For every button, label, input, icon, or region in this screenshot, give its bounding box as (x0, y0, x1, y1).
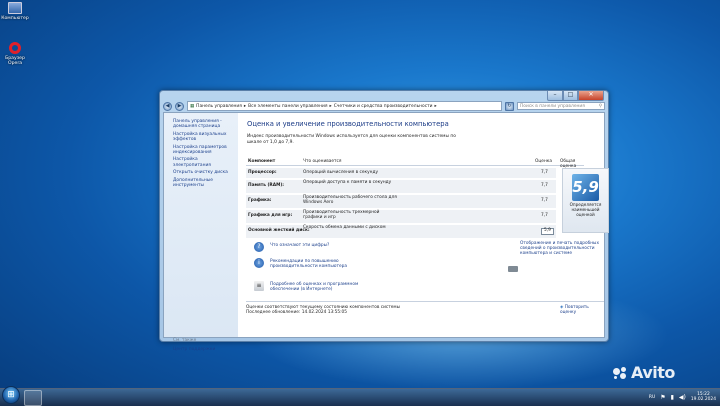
close-button[interactable]: ✕ (578, 91, 604, 101)
performance-window: – □ ✕ ◀ ▶ ▦ Панель управления ▸ Все элем… (159, 90, 609, 352)
minimize-button[interactable]: – (547, 91, 563, 101)
breadcrumb-separator-icon: ▸ (329, 103, 332, 109)
row-description: Скорость обмена данными с диском (303, 225, 386, 230)
link-tips-label: Рекомендации по повышению производительн… (270, 259, 347, 269)
see-also-label: См. также (173, 338, 197, 343)
sidebar-link-visual-effects[interactable]: Настройка визуальных эффектов (173, 132, 233, 143)
sidebar-link-power[interactable]: Настройка электропитания (173, 157, 233, 168)
back-button[interactable]: ◀ (163, 101, 172, 111)
desktop-icon-label: Браузер Opera (5, 56, 25, 66)
breadcrumb-item[interactable]: Панель управления (196, 104, 242, 109)
rerun-assessment-link[interactable]: ◈ Повторить оценку (560, 305, 604, 315)
sidebar-link-home[interactable]: Панель управления - домашняя страница (173, 119, 233, 130)
link-print-details[interactable]: Отображение и печать подробных сведений … (520, 241, 614, 256)
intro-text: Индекс производительности Windows исполь… (247, 134, 456, 145)
row-description: Операций вычисления в секунду (303, 170, 378, 175)
help-icon: ? (254, 242, 264, 252)
avito-watermark: Avito (613, 363, 675, 382)
table-row: Память (RAM): Операций доступа к памяти … (246, 180, 556, 193)
rerun-assessment-label: Повторить оценку (560, 305, 589, 315)
address-bar[interactable]: ▦ Панель управления ▸ Все элементы панел… (187, 101, 502, 111)
row-description: Производительность рабочего стола для Wi… (303, 195, 397, 205)
search-icon: ⚲ (598, 103, 602, 109)
link-online[interactable]: ≡ Подробнее об оценках и программном обе… (254, 281, 380, 292)
divider (246, 301, 604, 302)
clock[interactable]: 15:22 19.02.2024 (691, 392, 716, 402)
row-score: 7,7 (541, 170, 548, 175)
breadcrumb-item[interactable]: Все элементы панели управления (248, 104, 327, 109)
computer-icon (8, 2, 22, 14)
taskbar: ⊞ RU ⚑ ▮ ◀) 15:22 19.02.2024 (0, 386, 720, 406)
clock-date: 19.02.2024 (690, 397, 716, 402)
row-component: Графика: (248, 198, 272, 203)
breadcrumb-separator-icon: ▸ (243, 103, 247, 109)
window-content: Панель управления - домашняя страница На… (163, 112, 609, 352)
breadcrumb-item[interactable]: Счетчики и средства производительности (334, 104, 433, 109)
status-block: Оценки соответствуют текущему состоянию … (246, 305, 400, 315)
row-component: Память (RAM): (248, 183, 285, 188)
sidebar: Панель управления - домашняя страница На… (164, 113, 238, 352)
row-score: 7,7 (541, 198, 548, 203)
search-placeholder: Поиск в панели управления (520, 103, 585, 109)
link-tips[interactable]: i Рекомендации по повышению производител… (254, 258, 370, 269)
info-icon: i (254, 258, 264, 268)
avito-watermark-text: Avito (631, 363, 675, 382)
header-what: Что оценивается (303, 159, 342, 164)
sidebar-link-indexing[interactable]: Настройка параметров индексирования (173, 145, 233, 156)
sidebar-link-advanced-tools[interactable]: Дополнительные инструменты (173, 178, 233, 189)
breadcrumb-separator-icon: ▸ (434, 103, 437, 109)
table-row: Графика: Производительность рабочего сто… (246, 195, 556, 208)
printer-icon (508, 266, 518, 272)
system-tray: RU ⚑ ▮ ◀) 15:22 19.02.2024 (649, 392, 716, 402)
row-component: Основной жесткий диск: (248, 228, 310, 233)
row-description: Производительность трехмерной графики и … (303, 210, 380, 220)
navigation-bar: ◀ ▶ ▦ Панель управления ▸ Все элементы п… (163, 101, 605, 111)
row-description: Операций доступа к памяти в секунду (303, 180, 392, 185)
document-icon: ≡ (254, 281, 264, 291)
table-header: Компонент Что оценивается Оценка Общая о… (246, 159, 584, 169)
language-indicator[interactable]: RU (649, 395, 655, 400)
last-update-text: Последнее обновление: 14.02.2024 13:55:0… (246, 310, 348, 315)
table-row: Процессор: Операций вычисления в секунду… (246, 168, 556, 178)
avito-logo-icon (613, 367, 629, 379)
refresh-icon[interactable]: ↻ (505, 101, 514, 111)
base-score-panel: 5,9 Определяется наименьшей оценкой (562, 168, 609, 233)
link-online-label: Подробнее об оценках и программном обесп… (270, 282, 359, 292)
row-component: Процессор: (248, 170, 277, 175)
forward-button[interactable]: ▶ (175, 101, 184, 111)
window-controls: – □ ✕ (547, 91, 604, 101)
desktop-icon-computer[interactable]: Компьютер (0, 2, 30, 21)
search-input[interactable]: Поиск в панели управления ⚲ (517, 102, 605, 110)
row-score: 7,7 (541, 183, 548, 188)
header-component: Компонент (248, 159, 276, 164)
table-row: Основной жесткий диск: Скорость обмена д… (246, 225, 556, 238)
desktop-icon-label: Компьютер (1, 16, 29, 21)
row-component: Графика для игр: (248, 213, 293, 218)
sidebar-link-support-center[interactable]: Центр поддержки (173, 347, 215, 352)
flag-icon[interactable]: ⚑ (660, 394, 665, 401)
link-what-means[interactable]: ? Что означают эти цифры? (254, 242, 330, 252)
network-icon[interactable]: ▮ (671, 394, 674, 401)
opera-icon (9, 42, 21, 54)
link-what-means-label: Что означают эти цифры? (270, 243, 330, 248)
maximize-button[interactable]: □ (563, 91, 578, 101)
sidebar-link-disk-cleanup[interactable]: Открыть очистку диска (173, 170, 233, 175)
taskbar-app-performance[interactable] (24, 390, 42, 406)
table-row: Графика для игр: Производительность трех… (246, 210, 556, 223)
volume-icon[interactable]: ◀) (679, 394, 686, 401)
page-title: Оценка и увеличение производительности к… (247, 120, 449, 128)
desktop-icon-opera[interactable]: Браузер Opera (0, 42, 30, 66)
main-panel: Оценка и увеличение производительности к… (238, 113, 609, 337)
start-button[interactable]: ⊞ (2, 386, 20, 404)
row-score-lowest: 5,9 (541, 228, 554, 235)
row-score: 7,7 (541, 213, 548, 218)
header-score: Оценка (535, 159, 552, 164)
base-score-tile: 5,9 (572, 174, 599, 201)
control-panel-icon: ▦ (190, 103, 195, 109)
base-score-note: Определяется наименьшей оценкой (569, 202, 602, 217)
